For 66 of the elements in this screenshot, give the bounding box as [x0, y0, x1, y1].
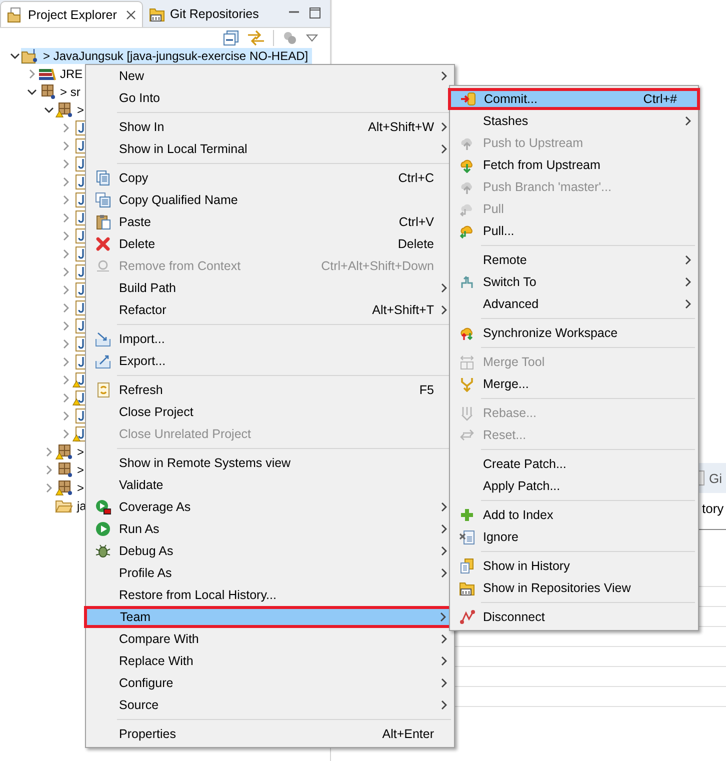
- menu-item[interactable]: Create Patch...: [450, 453, 698, 475]
- menu-item[interactable]: Compare With: [86, 628, 454, 650]
- commit-icon: [460, 91, 476, 107]
- menu-item[interactable]: Replace With: [86, 650, 454, 672]
- export-icon: [94, 353, 110, 369]
- menu-item[interactable]: Synchronize Workspace: [450, 322, 698, 344]
- tree-item[interactable]: >: [55, 101, 88, 119]
- menu-item[interactable]: Merge...: [450, 373, 698, 395]
- sync-icon: [458, 325, 474, 341]
- ignore-icon: [458, 529, 474, 545]
- folder-icon: [55, 498, 73, 514]
- menu-item[interactable]: Commit... Ctrl+#: [448, 88, 700, 110]
- run-icon: [94, 521, 110, 537]
- cloud-icon: [458, 223, 474, 239]
- books-icon: [38, 66, 56, 82]
- merge-tool-icon: [458, 354, 474, 370]
- clipboard-icon: [94, 214, 110, 230]
- filter-icon: [282, 30, 298, 46]
- panel-tab[interactable]: Project Explorer: [0, 1, 143, 27]
- menu-item[interactable]: New: [86, 65, 454, 87]
- coverage-icon: [94, 499, 110, 515]
- tree-item[interactable]: >: [55, 461, 88, 479]
- link-arrows-icon: [247, 30, 265, 46]
- bug-icon: [94, 543, 110, 559]
- tree-item[interactable]: >: [55, 479, 88, 497]
- menu-item[interactable]: Switch To: [450, 271, 698, 293]
- collapse-all-icon: [223, 30, 239, 46]
- project-icon: [21, 48, 39, 64]
- tree-item[interactable]: > sr: [38, 83, 84, 101]
- history-icon: [458, 558, 474, 574]
- cloud-download-icon: [458, 157, 474, 173]
- remove-icon: [94, 258, 110, 274]
- documents-icon: [94, 192, 110, 208]
- refresh-icon: [94, 382, 110, 398]
- panel-tab[interactable]: Git Repositories: [142, 1, 265, 27]
- menu-item[interactable]: Show in History: [450, 555, 698, 577]
- close-icon: [126, 10, 136, 20]
- disconnect-icon: [458, 609, 474, 625]
- menu-item[interactable]: Pull...: [450, 220, 698, 242]
- maximize-icon: [309, 7, 321, 19]
- menu-item[interactable]: Stashes: [450, 110, 698, 132]
- menu-item[interactable]: Show in Repositories View: [450, 577, 698, 599]
- delete-icon: [94, 236, 110, 252]
- import-icon: [94, 331, 110, 347]
- tree-item[interactable]: >: [55, 443, 88, 461]
- menu-item[interactable]: Advanced: [450, 293, 698, 315]
- rebase-icon: [458, 405, 474, 421]
- menu-item[interactable]: Add to Index: [450, 504, 698, 526]
- folder-icon: [7, 6, 23, 22]
- view-menu-icon: [306, 32, 318, 42]
- merge-icon: [458, 376, 474, 392]
- menu-item[interactable]: Fetch from Upstream: [450, 154, 698, 176]
- git-folder-icon: [148, 6, 165, 22]
- reset-icon: [458, 427, 474, 443]
- tree-item[interactable]: JRE: [38, 65, 87, 83]
- menu-item[interactable]: Apply Patch...: [450, 475, 698, 497]
- menu-item[interactable]: Properties Alt+Enter: [86, 723, 454, 745]
- menu-item[interactable]: Remote: [450, 249, 698, 271]
- menu-item[interactable]: Source: [86, 694, 454, 716]
- plus-icon: [458, 507, 474, 523]
- branches-icon: [458, 274, 474, 290]
- menu-item[interactable]: Configure: [86, 672, 454, 694]
- menu-item[interactable]: Ignore: [450, 526, 698, 548]
- documents-icon: [94, 170, 110, 186]
- git-folder-icon: [458, 580, 474, 596]
- tree-item[interactable]: > JavaJungsuk [java-jungsuk-exercise NO-HEAD]: [21, 48, 312, 64]
